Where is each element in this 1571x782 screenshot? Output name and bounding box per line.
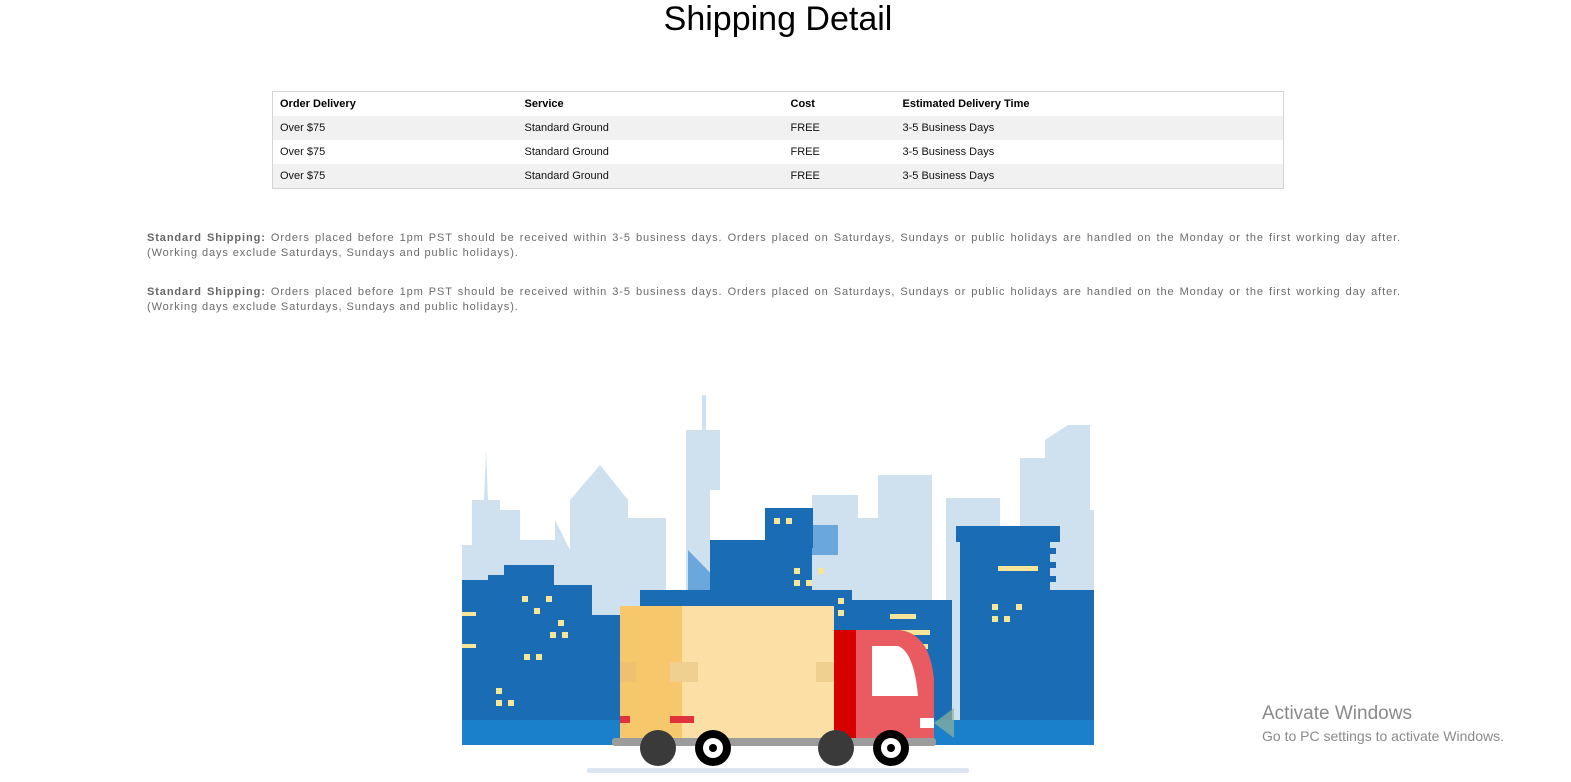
cell-delivery-time: 3-5 Business Days: [902, 122, 995, 134]
policy-text: Orders placed before 1pm PST should be r…: [147, 232, 1401, 259]
table-row: Over $75 Standard Ground FREE 3-5 Busine…: [272, 164, 1284, 189]
cell-service: Standard Ground: [524, 146, 609, 158]
shipping-policy-paragraph: Standard Shipping: Orders placed before …: [147, 285, 1401, 315]
column-header-cost: Cost: [790, 98, 815, 110]
cell-cost: FREE: [790, 122, 820, 134]
column-header-estimated-delivery-time: Estimated Delivery Time: [902, 98, 1030, 110]
policy-label: Standard Shipping:: [147, 286, 266, 298]
shipping-policy-paragraph: Standard Shipping: Orders placed before …: [147, 231, 1401, 261]
cell-order-delivery: Over $75: [280, 122, 326, 134]
cell-service: Standard Ground: [524, 170, 609, 182]
table-header-row: Order Delivery Service Cost Estimated De…: [273, 92, 1284, 117]
table-row: Over $75 Standard Ground FREE 3-5 Busine…: [272, 116, 1284, 140]
cell-service: Standard Ground: [524, 122, 609, 134]
truck-red-stripe: [834, 630, 856, 738]
column-header-order-delivery: Order Delivery: [280, 98, 356, 110]
cell-order-delivery: Over $75: [280, 170, 326, 182]
table-row: Over $75 Standard Ground FREE 3-5 Busine…: [272, 140, 1284, 164]
cell-cost: FREE: [790, 170, 820, 182]
activate-windows-watermark: Activate Windows Go to PC settings to ac…: [1262, 703, 1504, 747]
truck-cargo-box: [682, 606, 834, 740]
delivery-truck-city-illustration: [462, 395, 1094, 773]
column-header-service: Service: [524, 98, 564, 110]
policy-text: Orders placed before 1pm PST should be r…: [147, 286, 1401, 313]
policy-label: Standard Shipping:: [147, 232, 266, 244]
cell-cost: FREE: [790, 146, 820, 158]
watermark-title: Activate Windows: [1262, 703, 1412, 724]
watermark-subtitle: Go to PC settings to activate Windows.: [1262, 728, 1504, 744]
cell-delivery-time: 3-5 Business Days: [902, 146, 995, 158]
page-title: Shipping Detail: [663, 0, 893, 38]
cell-order-delivery: Over $75: [280, 146, 326, 158]
shipping-table: Order Delivery Service Cost Estimated De…: [272, 91, 1284, 189]
road-line: [587, 768, 969, 773]
cell-delivery-time: 3-5 Business Days: [902, 170, 995, 182]
